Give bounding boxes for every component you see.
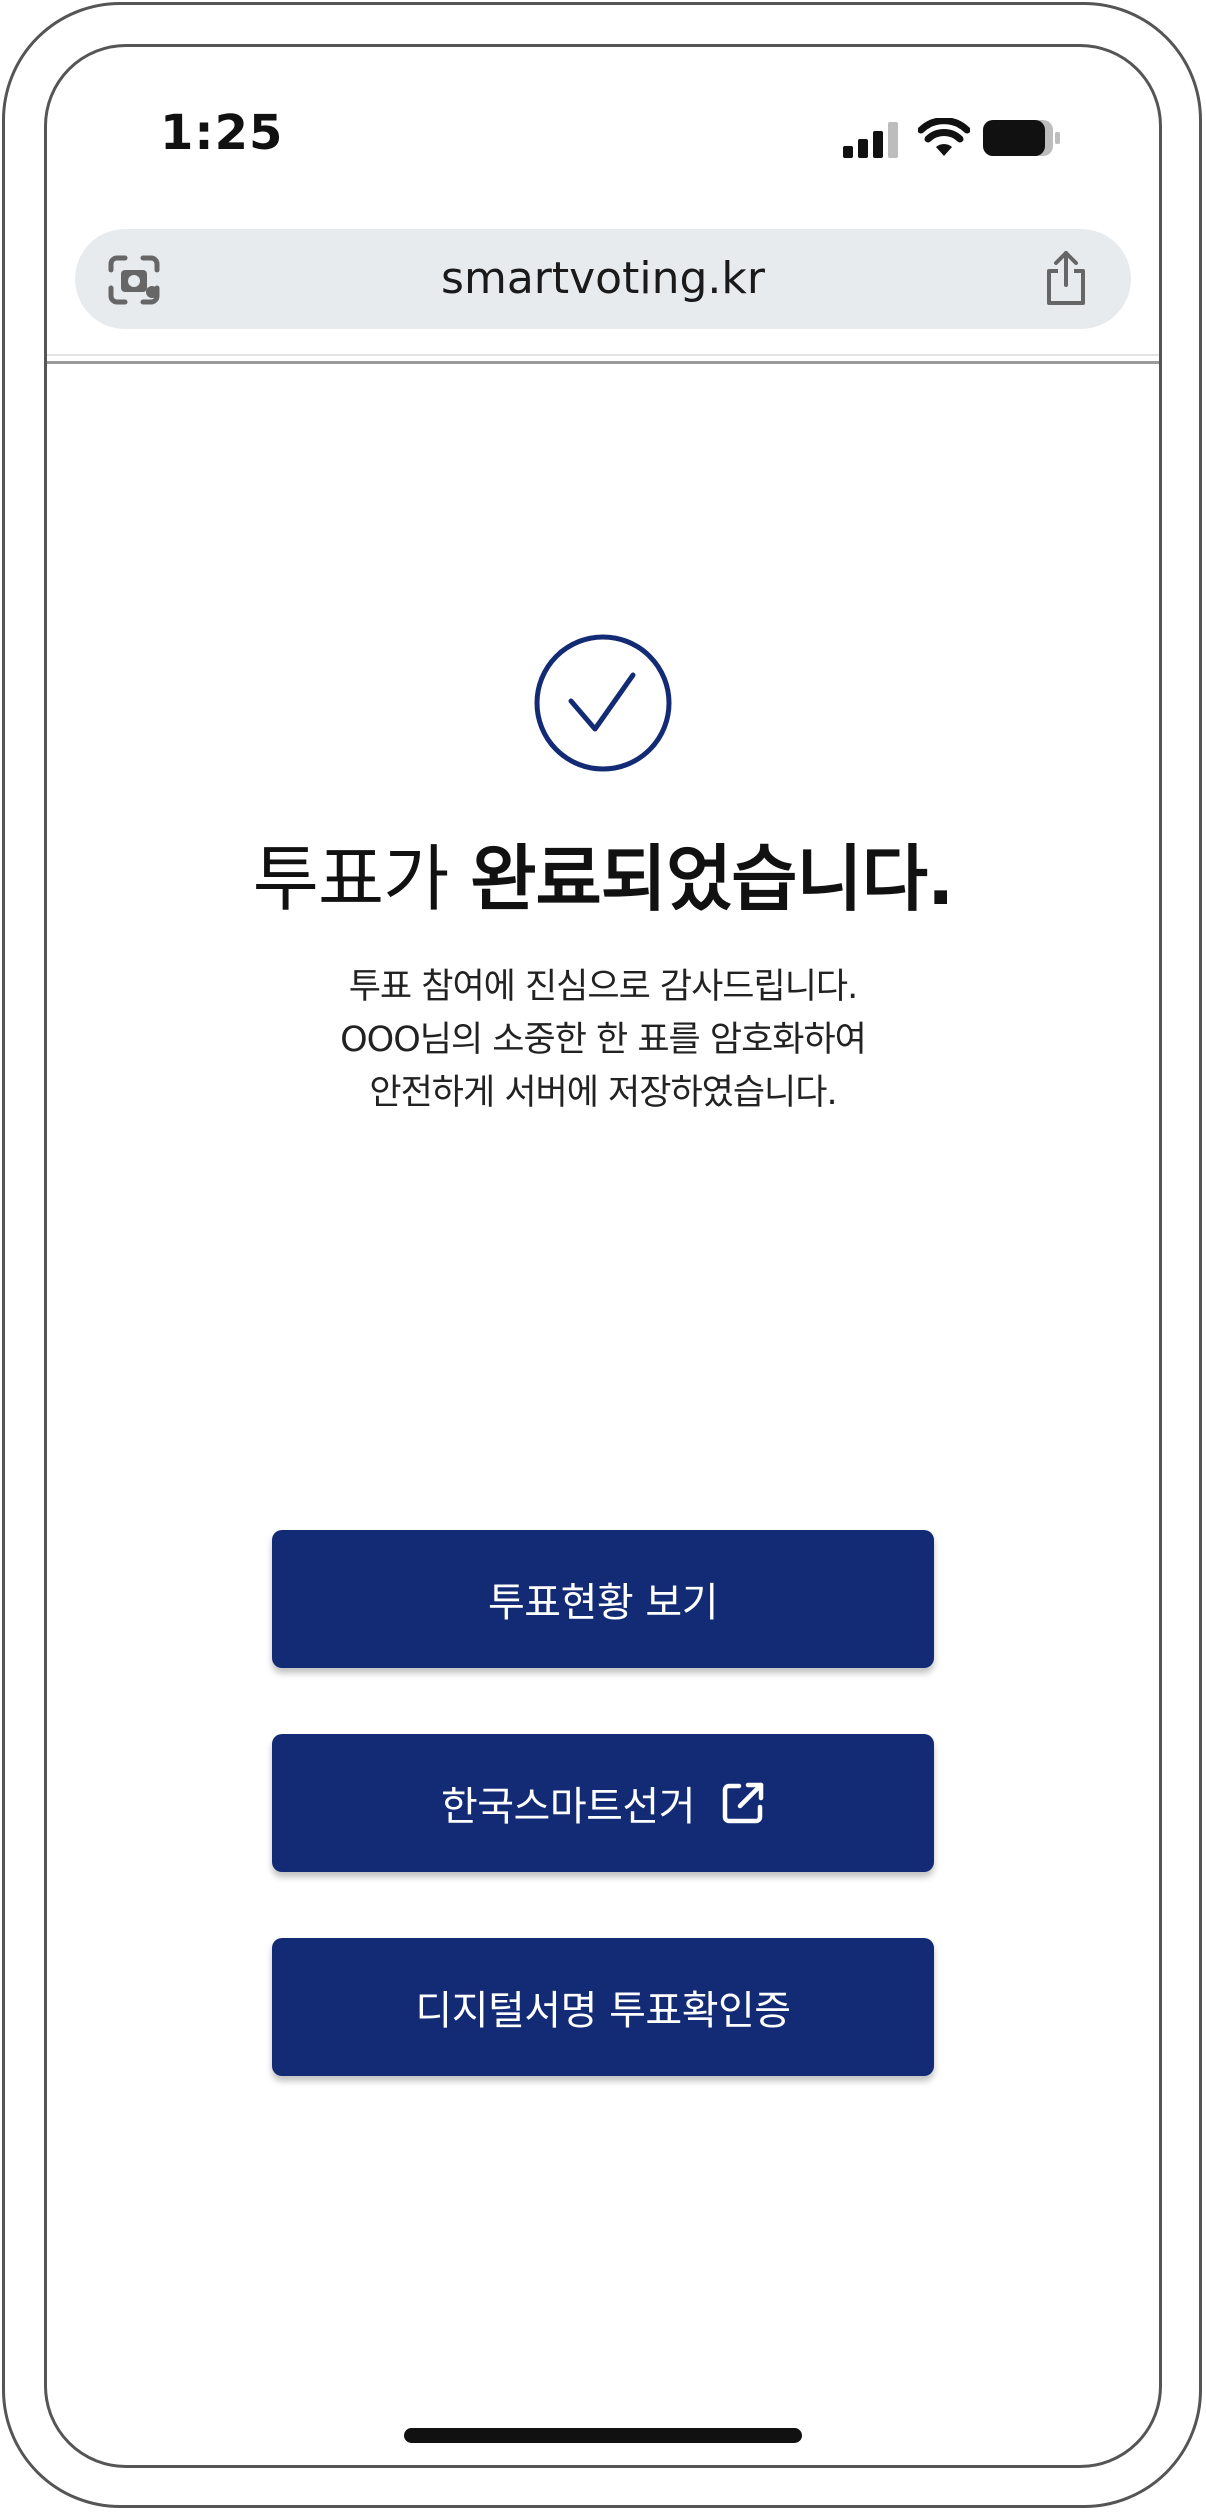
home-indicator[interactable]	[404, 2428, 802, 2443]
url-bar[interactable]: smartvoting.kr	[75, 229, 1131, 329]
message-line-1: 투표 참여에 진심으로 감사드립니다.	[348, 967, 859, 1007]
korea-smart-election-label: 한국스마트선거	[440, 1784, 696, 1830]
check-circle-icon	[534, 634, 672, 772]
digital-signature-label: 디지털서명 투표확인증	[415, 1988, 791, 2034]
view-status-button[interactable]: 투표현황 보기	[272, 1530, 934, 1668]
toolbar-divider-dark	[47, 361, 1159, 364]
external-link-icon	[722, 1782, 764, 1824]
battery-icon	[983, 120, 1060, 156]
signal-icon	[843, 122, 898, 158]
url-text[interactable]: smartvoting.kr	[75, 253, 1131, 304]
title-light: 투표가	[252, 837, 450, 921]
share-icon[interactable]	[1041, 249, 1091, 307]
wifi-icon	[918, 118, 970, 156]
digital-signature-button[interactable]: 디지털서명 투표확인증	[272, 1938, 934, 2076]
view-status-label: 투표현황 보기	[487, 1580, 719, 1626]
message-line-2: OOO님의 소중한 한 표를 암호화하여	[340, 1020, 867, 1060]
korea-smart-election-button[interactable]: 한국스마트선거	[272, 1734, 934, 1872]
page-title: 투표가 완료되었습니다.	[0, 820, 1206, 925]
toolbar-divider	[47, 354, 1159, 356]
phone-screen	[44, 44, 1162, 2468]
status-time: 1:25	[160, 105, 284, 161]
title-bold: 완료되었습니다.	[470, 837, 954, 921]
message-line-3: 안전하게 서버에 저장하였습니다.	[369, 1073, 837, 1113]
